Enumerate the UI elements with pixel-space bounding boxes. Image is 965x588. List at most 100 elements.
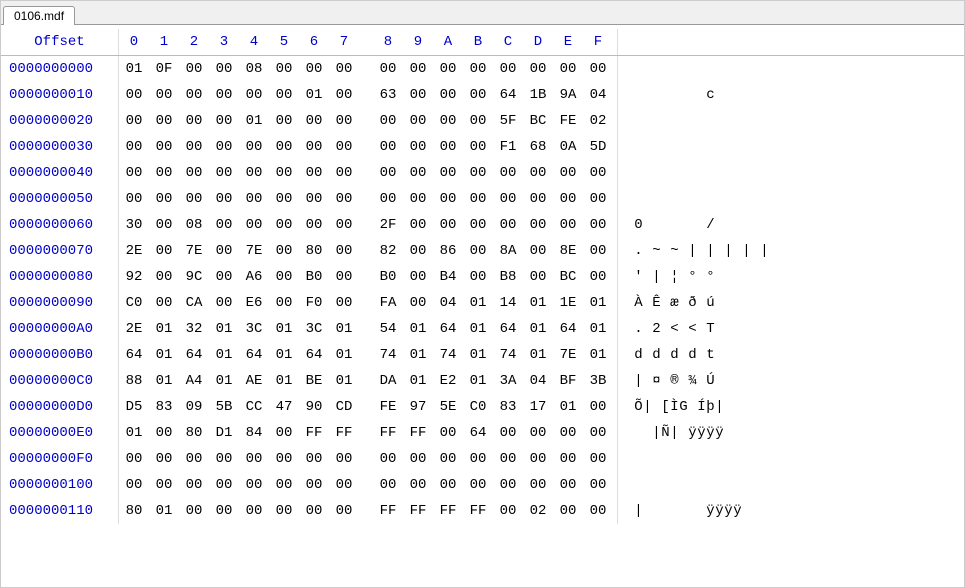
hex-row[interactable]: 0000000090C000CA00E600F000FA00040114011E… xyxy=(1,290,964,316)
hex-cell[interactable]: F0 xyxy=(299,290,329,316)
hex-cell[interactable]: 00 xyxy=(433,160,463,186)
hex-cell[interactable]: 00 xyxy=(553,212,583,238)
hex-cell[interactable]: 00 xyxy=(329,186,359,212)
hex-cell[interactable]: BE xyxy=(299,368,329,394)
hex-cell[interactable]: 04 xyxy=(433,290,463,316)
hex-cell[interactable]: 00 xyxy=(209,82,239,108)
hex-cell[interactable]: 00 xyxy=(269,82,299,108)
hex-cell[interactable]: 00 xyxy=(403,186,433,212)
hex-cell[interactable]: FF xyxy=(403,498,433,524)
hex-cell[interactable]: 64 xyxy=(463,420,493,446)
ascii-cell[interactable] xyxy=(617,472,964,498)
hex-cell[interactable]: 00 xyxy=(179,446,209,472)
hex-cell[interactable]: 00 xyxy=(119,472,149,498)
hex-cell[interactable]: 00 xyxy=(463,56,493,82)
hex-cell[interactable]: FE xyxy=(553,108,583,134)
hex-cell[interactable]: 01 xyxy=(463,368,493,394)
hex-cell[interactable]: 00 xyxy=(299,134,329,160)
hex-row[interactable]: 000000006030000800000000002F000000000000… xyxy=(1,212,964,238)
hex-cell[interactable]: 00 xyxy=(493,446,523,472)
hex-cell[interactable]: 01 xyxy=(209,342,239,368)
hex-cell[interactable]: 00 xyxy=(209,212,239,238)
hex-cell[interactable]: 00 xyxy=(403,82,433,108)
ascii-cell[interactable] xyxy=(617,160,964,186)
hex-cell[interactable]: 00 xyxy=(329,82,359,108)
hex-cell[interactable]: 80 xyxy=(119,498,149,524)
hex-cell[interactable]: 00 xyxy=(403,56,433,82)
hex-cell[interactable]: 00 xyxy=(239,160,269,186)
hex-cell[interactable]: 00 xyxy=(403,238,433,264)
hex-cell[interactable]: 84 xyxy=(239,420,269,446)
ascii-cell[interactable]: . ~ ~ | | | | | xyxy=(617,238,964,264)
hex-cell[interactable]: CC xyxy=(239,394,269,420)
hex-cell[interactable]: 01 xyxy=(209,368,239,394)
hex-cell[interactable]: 00 xyxy=(269,264,299,290)
hex-cell[interactable]: 01 xyxy=(523,290,553,316)
hex-cell[interactable]: 00 xyxy=(403,160,433,186)
hex-cell[interactable]: 00 xyxy=(179,498,209,524)
hex-cell[interactable]: 04 xyxy=(523,368,553,394)
hex-cell[interactable]: B0 xyxy=(373,264,403,290)
hex-cell[interactable]: 00 xyxy=(239,186,269,212)
hex-cell[interactable]: 01 xyxy=(119,420,149,446)
hex-cell[interactable]: 00 xyxy=(269,472,299,498)
hex-cell[interactable]: E2 xyxy=(433,368,463,394)
hex-row[interactable]: 00000000200000000001000000000000005FBCFE… xyxy=(1,108,964,134)
hex-cell[interactable]: 00 xyxy=(433,186,463,212)
hex-cell[interactable]: 92 xyxy=(119,264,149,290)
hex-cell[interactable]: BC xyxy=(523,108,553,134)
hex-cell[interactable]: 00 xyxy=(433,420,463,446)
hex-cell[interactable]: 97 xyxy=(403,394,433,420)
hex-cell[interactable]: 00 xyxy=(179,160,209,186)
hex-cell[interactable]: B4 xyxy=(433,264,463,290)
hex-cell[interactable]: 00 xyxy=(299,472,329,498)
ascii-cell[interactable] xyxy=(617,134,964,160)
hex-cell[interactable]: 00 xyxy=(239,498,269,524)
hex-cell[interactable]: 00 xyxy=(329,446,359,472)
hex-cell[interactable]: 00 xyxy=(433,134,463,160)
hex-cell[interactable]: 01 xyxy=(269,342,299,368)
hex-cell[interactable]: 00 xyxy=(373,108,403,134)
hex-cell[interactable]: 00 xyxy=(119,446,149,472)
hex-cell[interactable]: 00 xyxy=(373,134,403,160)
hex-cell[interactable]: 00 xyxy=(403,134,433,160)
hex-cell[interactable]: 01 xyxy=(523,342,553,368)
hex-cell[interactable]: 01 xyxy=(583,316,613,342)
hex-cell[interactable]: 00 xyxy=(119,108,149,134)
hex-cell[interactable]: 00 xyxy=(269,446,299,472)
hex-cell[interactable]: 01 xyxy=(209,316,239,342)
hex-cell[interactable]: FF xyxy=(463,498,493,524)
hex-cell[interactable]: 00 xyxy=(463,82,493,108)
hex-cell[interactable]: 00 xyxy=(209,238,239,264)
hex-cell[interactable]: 01 xyxy=(149,316,179,342)
hex-cell[interactable]: 00 xyxy=(149,160,179,186)
hex-cell[interactable]: 00 xyxy=(239,212,269,238)
hex-cell[interactable]: 00 xyxy=(553,420,583,446)
hex-cell[interactable]: 01 xyxy=(463,342,493,368)
hex-cell[interactable]: 64 xyxy=(299,342,329,368)
hex-row[interactable]: 0000000000010F00000800000000000000000000… xyxy=(1,56,964,82)
hex-cell[interactable]: FF xyxy=(299,420,329,446)
hex-row[interactable]: 00000000C08801A401AE01BE01DA01E2013A04BF… xyxy=(1,368,964,394)
hex-cell[interactable]: 00 xyxy=(463,160,493,186)
hex-cell[interactable]: 01 xyxy=(329,342,359,368)
hex-row[interactable]: 00000000702E007E007E008000820086008A008E… xyxy=(1,238,964,264)
hex-cell[interactable]: 90 xyxy=(299,394,329,420)
hex-cell[interactable]: 01 xyxy=(329,316,359,342)
hex-cell[interactable]: 00 xyxy=(403,472,433,498)
hex-cell[interactable]: B0 xyxy=(299,264,329,290)
hex-row[interactable]: 0000000050000000000000000000000000000000… xyxy=(1,186,964,212)
hex-cell[interactable]: C0 xyxy=(119,290,149,316)
hex-cell[interactable]: 00 xyxy=(433,212,463,238)
hex-cell[interactable]: 01 xyxy=(119,56,149,82)
hex-cell[interactable]: E6 xyxy=(239,290,269,316)
hex-cell[interactable]: 00 xyxy=(149,82,179,108)
hex-cell[interactable]: 00 xyxy=(269,160,299,186)
ascii-cell[interactable]: c xyxy=(617,82,964,108)
hex-cell[interactable]: 2E xyxy=(119,238,149,264)
hex-cell[interactable]: 00 xyxy=(239,472,269,498)
hex-cell[interactable]: 00 xyxy=(493,212,523,238)
hex-cell[interactable]: 00 xyxy=(463,264,493,290)
hex-row[interactable]: 0000000010000000000000010063000000641B9A… xyxy=(1,82,964,108)
hex-cell[interactable]: 00 xyxy=(299,186,329,212)
